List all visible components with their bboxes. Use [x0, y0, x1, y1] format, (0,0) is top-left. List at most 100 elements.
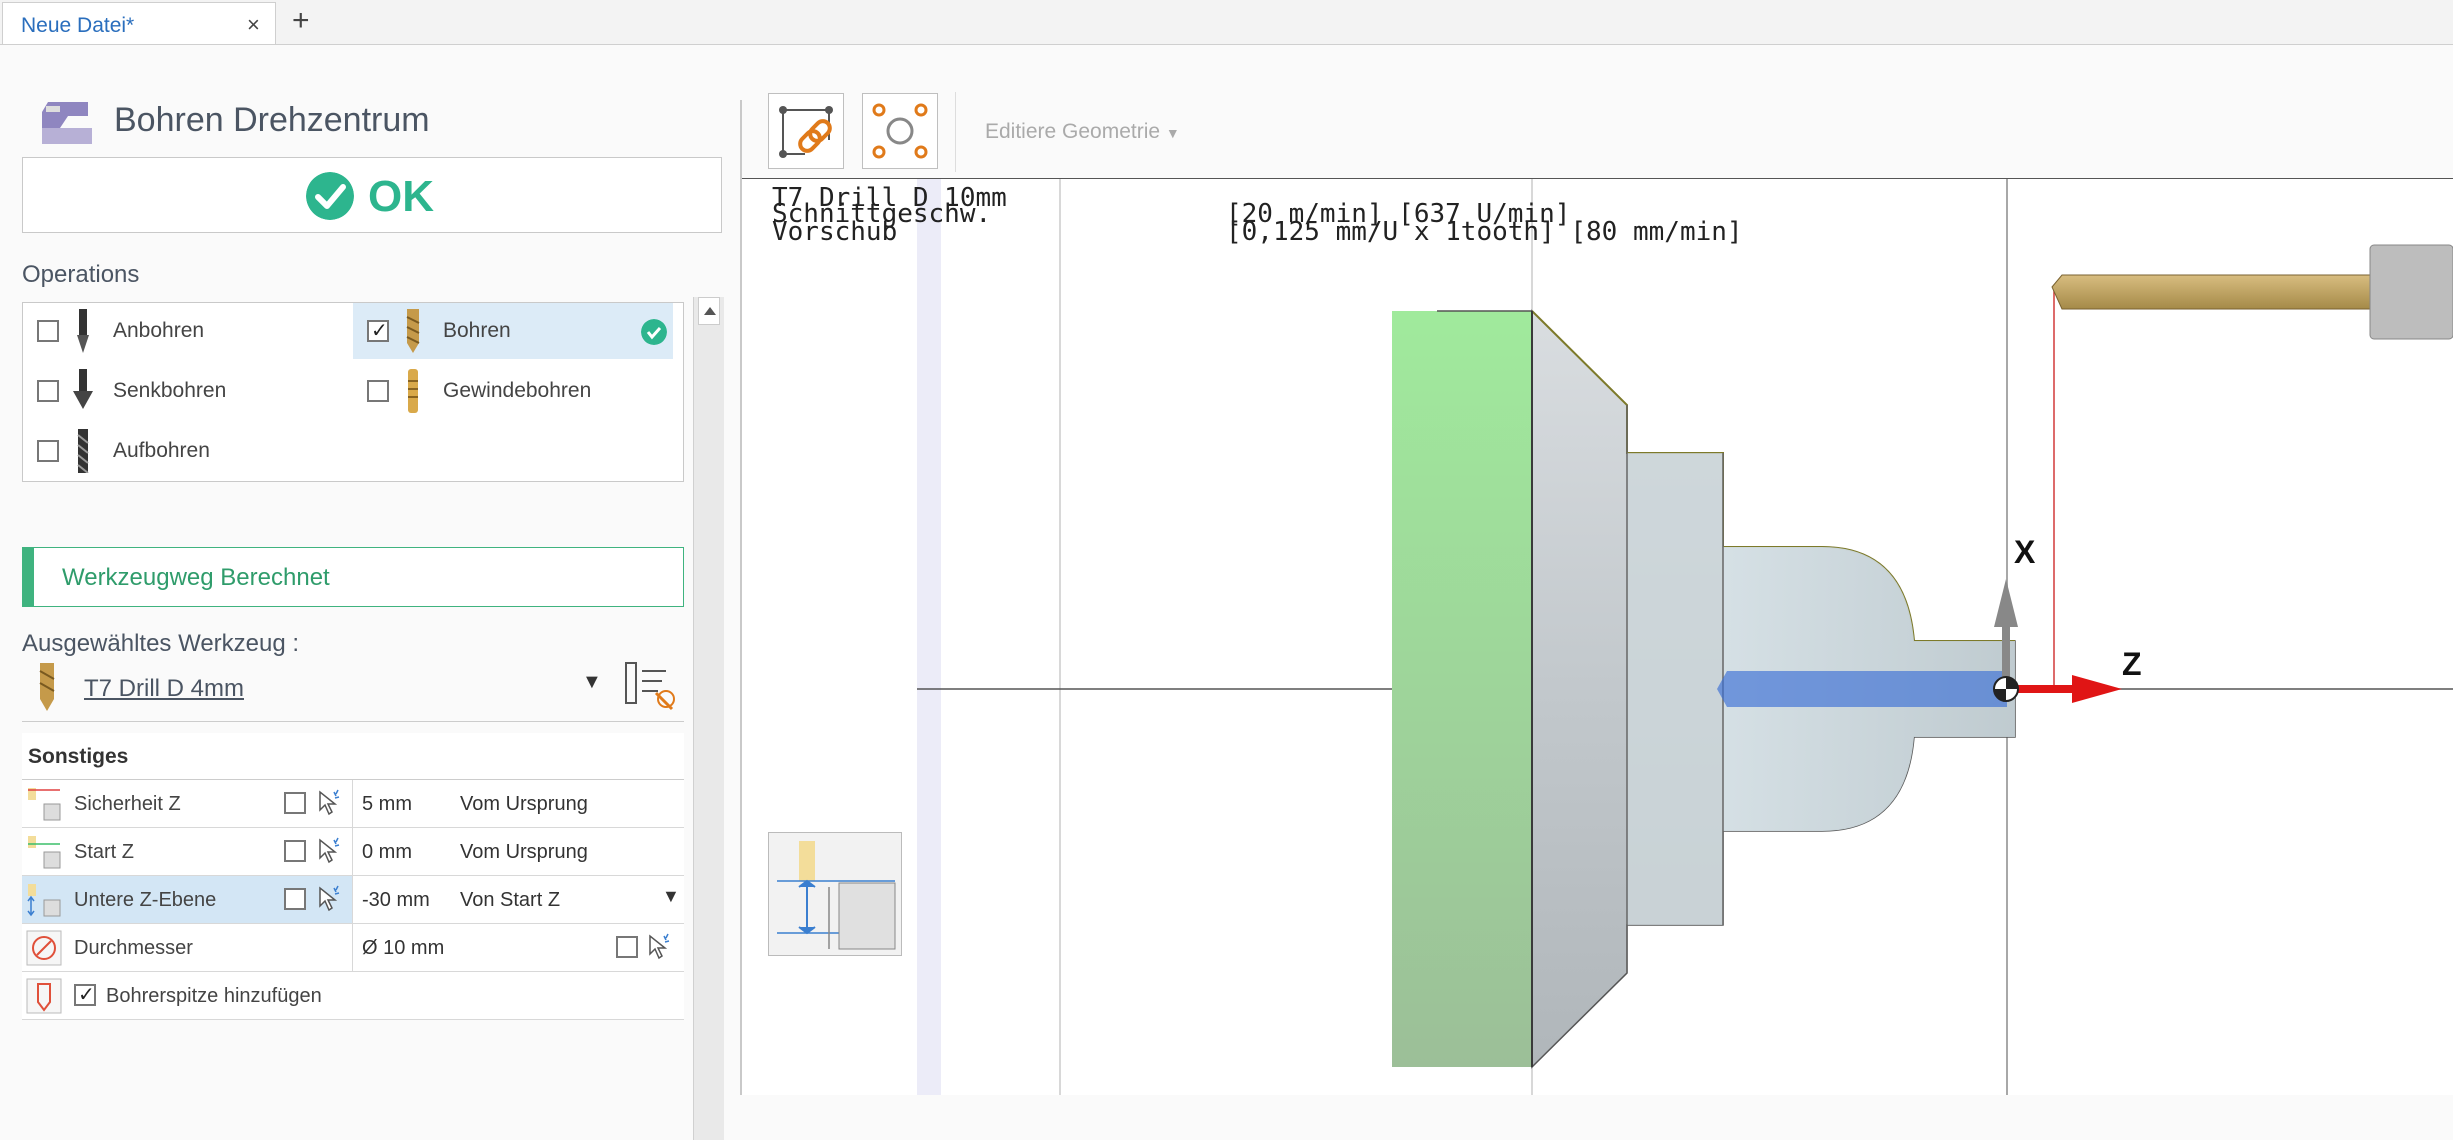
drill-tool [2051, 274, 2371, 310]
operation-gewindebohren[interactable]: Gewindebohren [353, 363, 673, 419]
senkbohren-checkbox[interactable] [37, 380, 59, 402]
selected-tool-colon: : [292, 630, 300, 657]
depth-diagram-icon [777, 841, 896, 950]
pick-cursor-icon[interactable] [314, 788, 344, 818]
info-feed-value: [0,125 mm/U x 1tooth] [80 mm/min] [1226, 217, 1743, 247]
z-axis-label: Z [2122, 646, 2142, 682]
drill-icon [406, 309, 420, 353]
check-circle-icon [641, 319, 667, 345]
link-geometry-icon [779, 106, 833, 158]
operation-label: Senkbohren [113, 379, 227, 402]
operations-heading: Operations [22, 261, 140, 288]
property-reference[interactable]: Vom Ursprung [460, 793, 588, 816]
tap-icon [408, 369, 418, 413]
viewport-strip [917, 179, 941, 1095]
property-untere-z-ebene: Untere Z-Ebene -30 mm Von Start Z ▼ [22, 876, 684, 924]
property-name: Untere Z-Ebene [74, 889, 217, 911]
check-circle-icon [306, 172, 354, 220]
depth-reference-widget[interactable] [768, 832, 902, 956]
property-value[interactable]: Ø 10 mm [362, 937, 444, 960]
tool-name-link[interactable]: T7 Drill D 4mm [84, 675, 244, 703]
drill-tip-icon [26, 978, 62, 1014]
operation-label: Bohren [443, 319, 511, 342]
drill-tip-checkbox[interactable] [74, 982, 96, 1007]
property-name: Bohrerspitze hinzufügen [106, 985, 322, 1007]
circle-pattern-icon [872, 103, 928, 159]
ok-button[interactable]: OK [22, 157, 722, 233]
parameter-checkbox[interactable] [284, 840, 306, 862]
operation-aufbohren[interactable]: Aufbohren [23, 423, 343, 479]
status-text: Werkzeugweg Berechnet [62, 564, 330, 591]
parameter-checkbox[interactable] [284, 888, 306, 910]
center-drill-icon [77, 309, 89, 353]
property-sicherheit-z: Sicherheit Z 5 mm Vom Ursprung [22, 780, 684, 828]
properties-table: Sonstiges Sicherheit Z 5 mm Vom Ursprung… [22, 733, 684, 1020]
info-feed-label: Vorschub [772, 217, 898, 247]
property-start-z: Start Z 0 mm Vom Ursprung [22, 828, 684, 876]
hole-pattern-button[interactable] [862, 93, 938, 169]
bottom-plane-icon [27, 884, 61, 917]
pick-cursor-icon[interactable] [314, 836, 344, 866]
tab-bar: Neue Datei* × + [0, 0, 2453, 45]
tab-title[interactable]: Neue Datei* [21, 14, 134, 38]
selected-tool-heading: Ausgewähltes Werkzeug : [22, 630, 299, 658]
countersink-icon [73, 369, 93, 409]
z-axis-arrow [2072, 675, 2122, 703]
turning-center-icon [42, 102, 92, 144]
chevron-down-icon[interactable]: ▼ [582, 671, 602, 694]
anbohren-checkbox[interactable] [37, 320, 59, 342]
edit-geometry-dropdown[interactable]: Editiere Geometrie ▼ [985, 120, 1180, 144]
chain-geometry-button[interactable] [768, 93, 844, 169]
tool-library-icon[interactable] [622, 657, 678, 713]
scroll-up-arrow-icon[interactable] [698, 297, 720, 325]
operation-label: Anbohren [113, 319, 205, 342]
pick-cursor-icon[interactable] [644, 932, 674, 962]
tool-holder [2369, 244, 2453, 340]
panel-scrollbar[interactable] [693, 297, 724, 1140]
x-axis-label: X [2014, 534, 2036, 570]
ok-label: OK [368, 172, 434, 221]
operations-list: Anbohren Bohren Senkbohren Gewindebohren… [22, 302, 684, 482]
close-icon[interactable]: × [247, 12, 260, 38]
operation-title: Bohren Drehzentrum [114, 101, 430, 139]
toolpath-status: Werkzeugweg Berechnet [22, 547, 684, 607]
property-bohrerspitze: Bohrerspitze hinzufügen [22, 972, 684, 1020]
start-plane-icon [28, 836, 61, 869]
chevron-down-icon[interactable]: ▼ [662, 886, 680, 907]
section-title: Sonstiges [28, 745, 129, 768]
tab-neue-datei[interactable]: Neue Datei* × [2, 2, 276, 44]
operation-bohren[interactable]: Bohren [353, 303, 673, 359]
property-reference[interactable]: Von Start Z [460, 889, 560, 912]
safety-plane-icon [28, 788, 61, 821]
property-durchmesser: Durchmesser Ø 10 mm [22, 924, 684, 972]
parameter-checkbox[interactable] [284, 792, 306, 814]
selected-tool-label: Ausgewähltes Werkzeug [22, 630, 286, 657]
pick-cursor-icon[interactable] [314, 884, 344, 914]
property-reference[interactable]: Vom Ursprung [460, 841, 588, 864]
3d-viewport[interactable]: X Z T7 Drill D 10mm Schnittgeschw. [20 m… [742, 179, 2453, 1095]
edit-geometry-label: Editiere Geometrie [985, 120, 1161, 143]
chevron-down-icon: ▼ [1165, 125, 1180, 141]
property-value[interactable]: -30 mm [362, 889, 430, 912]
aufbohren-checkbox[interactable] [37, 440, 59, 462]
operation-label: Aufbohren [113, 439, 210, 462]
add-tab-icon[interactable]: + [292, 4, 310, 38]
stock-body [1392, 311, 1532, 1067]
scene-canvas: X Z [917, 179, 2453, 1095]
property-name: Durchmesser [74, 937, 193, 959]
operation-panel: Bohren Drehzentrum OK Operations Anbohre… [0, 45, 735, 1140]
property-name: Sicherheit Z [74, 793, 181, 815]
property-value[interactable]: 0 mm [362, 841, 412, 864]
parameter-checkbox[interactable] [616, 936, 638, 958]
operation-label: Gewindebohren [443, 379, 592, 402]
x-axis-arrow [1994, 579, 2018, 627]
gewindebohren-checkbox[interactable] [367, 380, 389, 402]
property-value[interactable]: 5 mm [362, 793, 412, 816]
operation-anbohren[interactable]: Anbohren [23, 303, 343, 359]
properties-section-header: Sonstiges [22, 733, 684, 780]
toolpath [1717, 671, 2007, 707]
bohren-checkbox[interactable] [367, 318, 389, 343]
drill-icon [39, 663, 55, 711]
operation-senkbohren[interactable]: Senkbohren [23, 363, 343, 419]
tool-selector: T7 Drill D 4mm ▼ [22, 657, 684, 722]
